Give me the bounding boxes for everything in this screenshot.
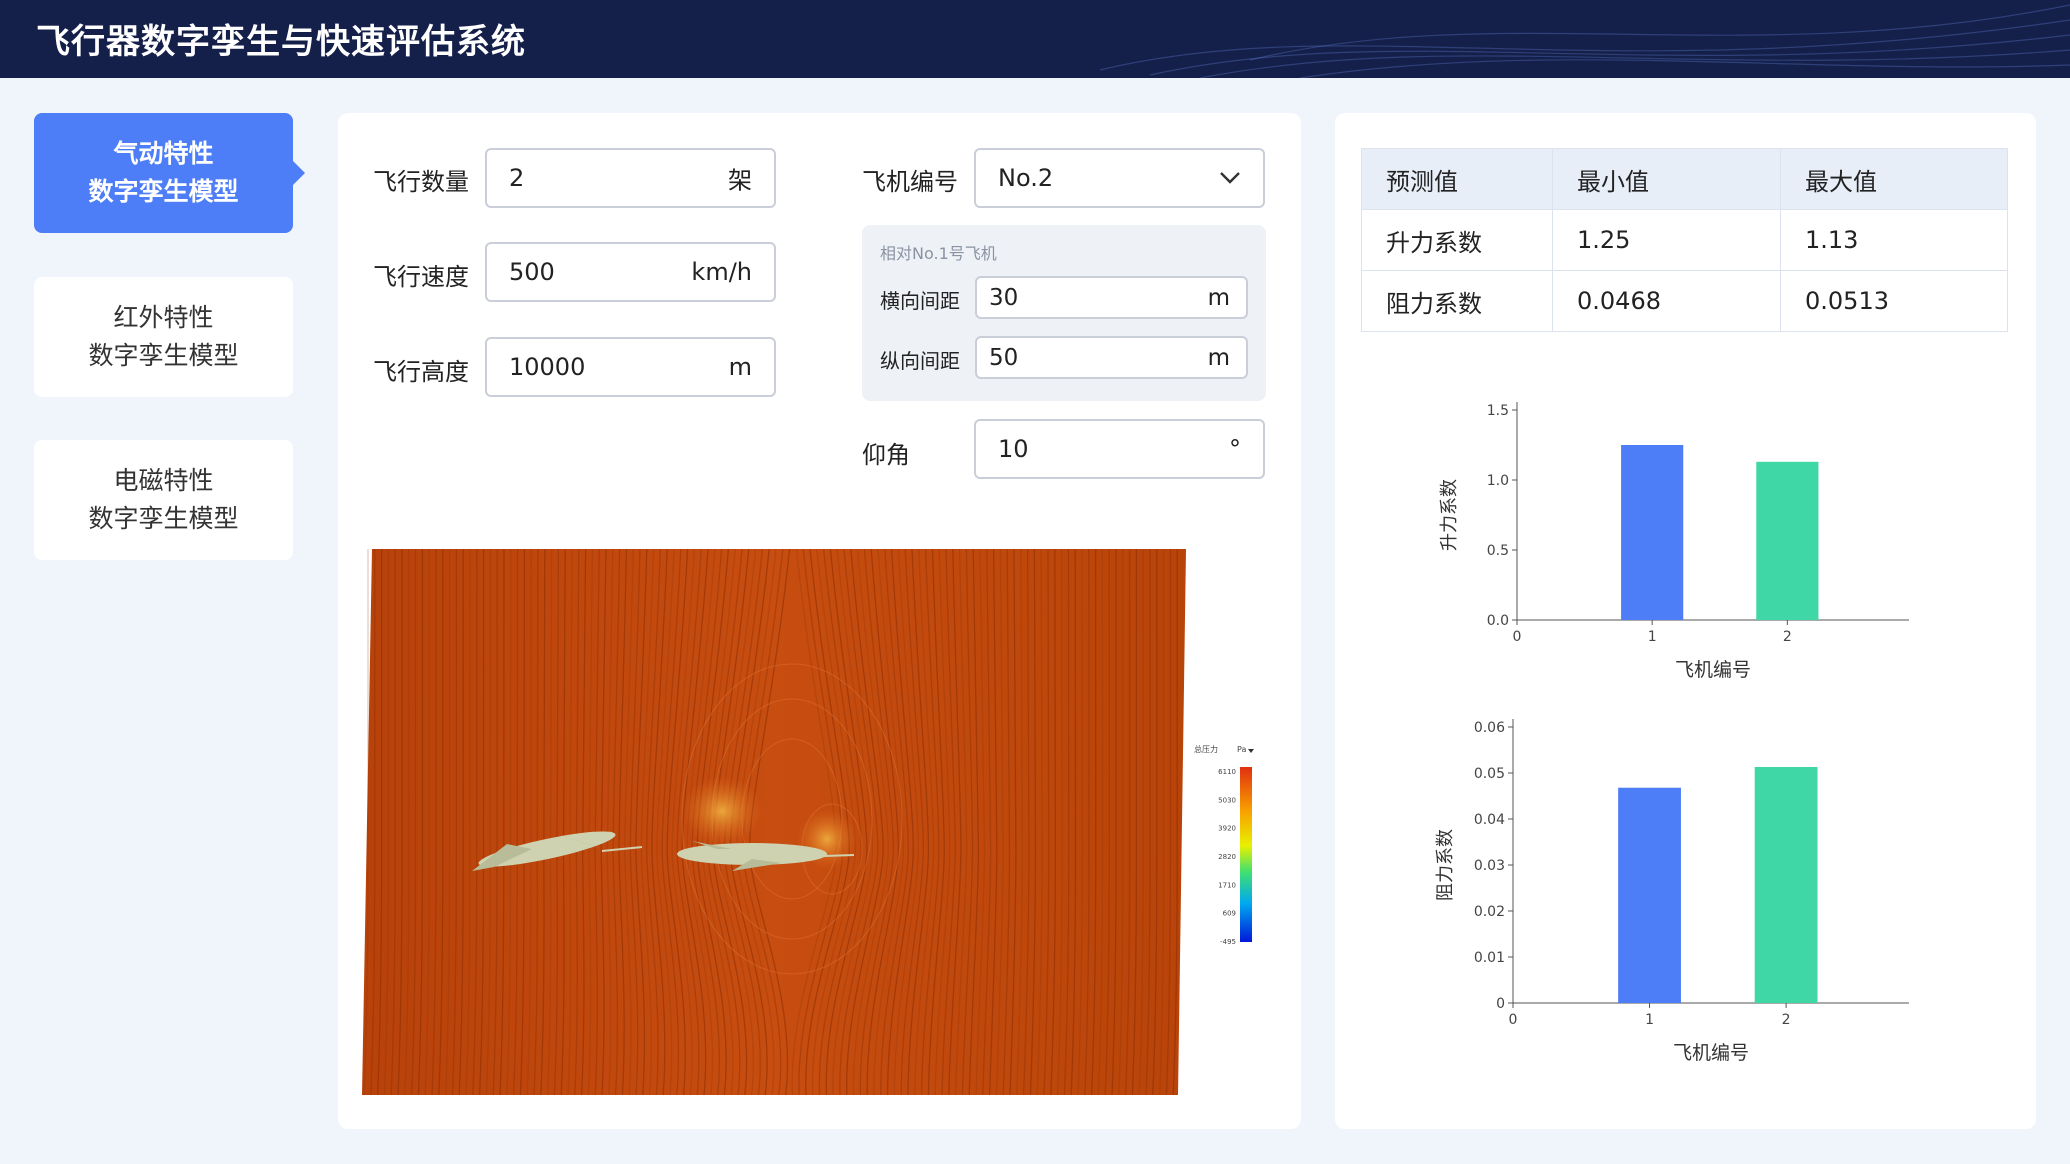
bar-aircraft-1	[1618, 787, 1681, 1003]
sidebar-item-aerodynamic[interactable]: 气动特性 数字孪生模型	[34, 113, 305, 233]
pitch-unit: °	[1229, 435, 1241, 463]
relative-position-group: 相对No.1号飞机 横向间距 30 m 纵向间距 50 m	[862, 225, 1266, 401]
chevron-down-icon	[1220, 172, 1240, 184]
x-tick-label: 1	[1645, 1012, 1654, 1028]
bar-aircraft-2	[1754, 767, 1818, 1003]
sidebar-item-label: 电磁特性	[113, 466, 214, 495]
colorbar-tick-label: 609	[1223, 910, 1236, 918]
y-tick-label: 1.0	[1487, 473, 1509, 489]
lift-coefficient-chart: 0.0 0.5 1.0 1.5 0 1 2 飞机编号 升力系数	[1439, 402, 1909, 681]
x-axis-label: 飞机编号	[1673, 1042, 1749, 1064]
altitude-unit: m	[728, 353, 752, 381]
header-min: 最小值	[1552, 148, 1781, 210]
aircraft-value: No.2	[998, 164, 1054, 192]
y-tick-label: 0.01	[1474, 950, 1505, 966]
y-tick-label: 0.05	[1474, 766, 1505, 782]
app-header: 飞行器数字孪生与快速评估系统	[0, 0, 2070, 78]
header-max: 最大值	[1780, 148, 2008, 210]
y-tick-label: 0.0	[1487, 613, 1509, 629]
aircraft-label: 飞机编号	[862, 168, 958, 196]
count-unit: 架	[728, 166, 752, 195]
colorbar-tick-label: 1710	[1218, 881, 1236, 889]
longitudinal-label: 纵向间距	[880, 349, 960, 373]
sidebar-item-infrared[interactable]: 红外特性 数字孪生模型	[34, 277, 293, 397]
lateral-unit: m	[1207, 284, 1230, 311]
speed-unit: km/h	[691, 258, 752, 286]
colorbar-title: 总压力	[1194, 744, 1218, 754]
y-axis-label: 阻力系数	[1435, 829, 1456, 901]
colorbar-tick-label: 3920	[1218, 825, 1236, 833]
y-tick-label: 0.02	[1474, 904, 1505, 920]
sidebar-item-label: 数字孪生模型	[88, 177, 239, 206]
longitudinal-unit: m	[1207, 344, 1230, 371]
sidebar-item-label: 数字孪生模型	[88, 504, 239, 533]
header-predicted: 预测值	[1361, 148, 1553, 210]
caret-down-icon	[1248, 749, 1254, 753]
count-value: 2	[509, 164, 525, 192]
y-tick-label: 0	[1496, 996, 1505, 1012]
y-tick-label: 0.04	[1474, 812, 1505, 828]
count-label: 飞行数量	[373, 168, 469, 196]
drag-coefficient-chart: 0 0.01 0.02 0.03 0.04 0.05 0.06 0 1 2 飞机编号 阻力系数	[1435, 719, 1909, 1064]
colorbar-tick-label: -495	[1220, 938, 1236, 946]
table-header-row: 预测值 最小值 最大值	[1361, 148, 2008, 210]
pitch-input[interactable]: 10 °	[974, 419, 1265, 479]
speed-input[interactable]: 500 km/h	[485, 242, 776, 302]
longitudinal-value: 50	[989, 344, 1019, 371]
lateral-input[interactable]: 30 m	[975, 276, 1248, 319]
table-cell: 1.25	[1552, 209, 1781, 271]
altitude-label: 飞行高度	[373, 358, 469, 386]
altitude-value: 10000	[509, 353, 586, 381]
table-cell: 升力系数	[1361, 209, 1553, 271]
speed-label: 飞行速度	[373, 263, 469, 291]
sidebar-item-label: 气动特性	[113, 139, 214, 168]
sidebar-item-label: 数字孪生模型	[88, 341, 239, 370]
table-row: 升力系数 1.25 1.13	[1361, 209, 2008, 271]
x-tick-label: 2	[1783, 629, 1792, 645]
x-tick-label: 0	[1509, 1012, 1518, 1028]
sidebar-item-electromagnetic[interactable]: 电磁特性 数字孪生模型	[34, 440, 293, 560]
table-cell: 0.0513	[1780, 270, 2008, 332]
bar-aircraft-1	[1621, 445, 1684, 620]
lateral-label: 横向间距	[880, 289, 960, 313]
y-axis-label: 升力系数	[1439, 479, 1460, 551]
count-input[interactable]: 2 架	[485, 148, 776, 208]
lateral-value: 30	[989, 284, 1019, 311]
pressure-colorbar: 总压力 Pa 6110 5030 3920 2820 1710 609 -495	[1194, 744, 1254, 946]
table-cell: 0.0468	[1552, 270, 1781, 332]
altitude-input[interactable]: 10000 m	[485, 337, 776, 397]
relative-title: 相对No.1号飞机	[880, 244, 997, 263]
flow-field-visualization	[362, 549, 1186, 1095]
colorbar-tick-label: 6110	[1218, 768, 1236, 776]
y-tick-label: 0.06	[1474, 720, 1505, 736]
colorbar-unit: Pa	[1237, 745, 1246, 754]
bar-aircraft-2	[1756, 461, 1819, 620]
sidebar-item-label: 红外特性	[113, 303, 214, 332]
x-tick-label: 0	[1513, 629, 1522, 645]
longitudinal-input[interactable]: 50 m	[975, 336, 1248, 379]
y-tick-label: 0.5	[1487, 543, 1509, 559]
speed-value: 500	[509, 258, 555, 286]
aircraft-select[interactable]: No.2	[974, 148, 1265, 208]
y-tick-label: 1.5	[1487, 403, 1509, 419]
pitch-value: 10	[998, 435, 1029, 463]
x-tick-label: 2	[1782, 1012, 1791, 1028]
colorbar-tick-label: 2820	[1218, 853, 1236, 861]
results-table: 预测值 最小值 最大值 升力系数 1.25 1.13 阻力系数 0.0468 0…	[1361, 148, 2008, 332]
x-axis-label: 飞机编号	[1675, 659, 1751, 681]
pitch-label: 仰角	[862, 441, 910, 469]
x-tick-label: 1	[1648, 629, 1657, 645]
y-tick-label: 0.03	[1474, 858, 1505, 874]
table-cell: 1.13	[1780, 209, 2008, 271]
table-row: 阻力系数 0.0468 0.0513	[1361, 270, 2008, 332]
colorbar-tick-label: 5030	[1218, 796, 1236, 804]
table-cell: 阻力系数	[1361, 270, 1553, 332]
app-title: 飞行器数字孪生与快速评估系统	[36, 22, 526, 62]
